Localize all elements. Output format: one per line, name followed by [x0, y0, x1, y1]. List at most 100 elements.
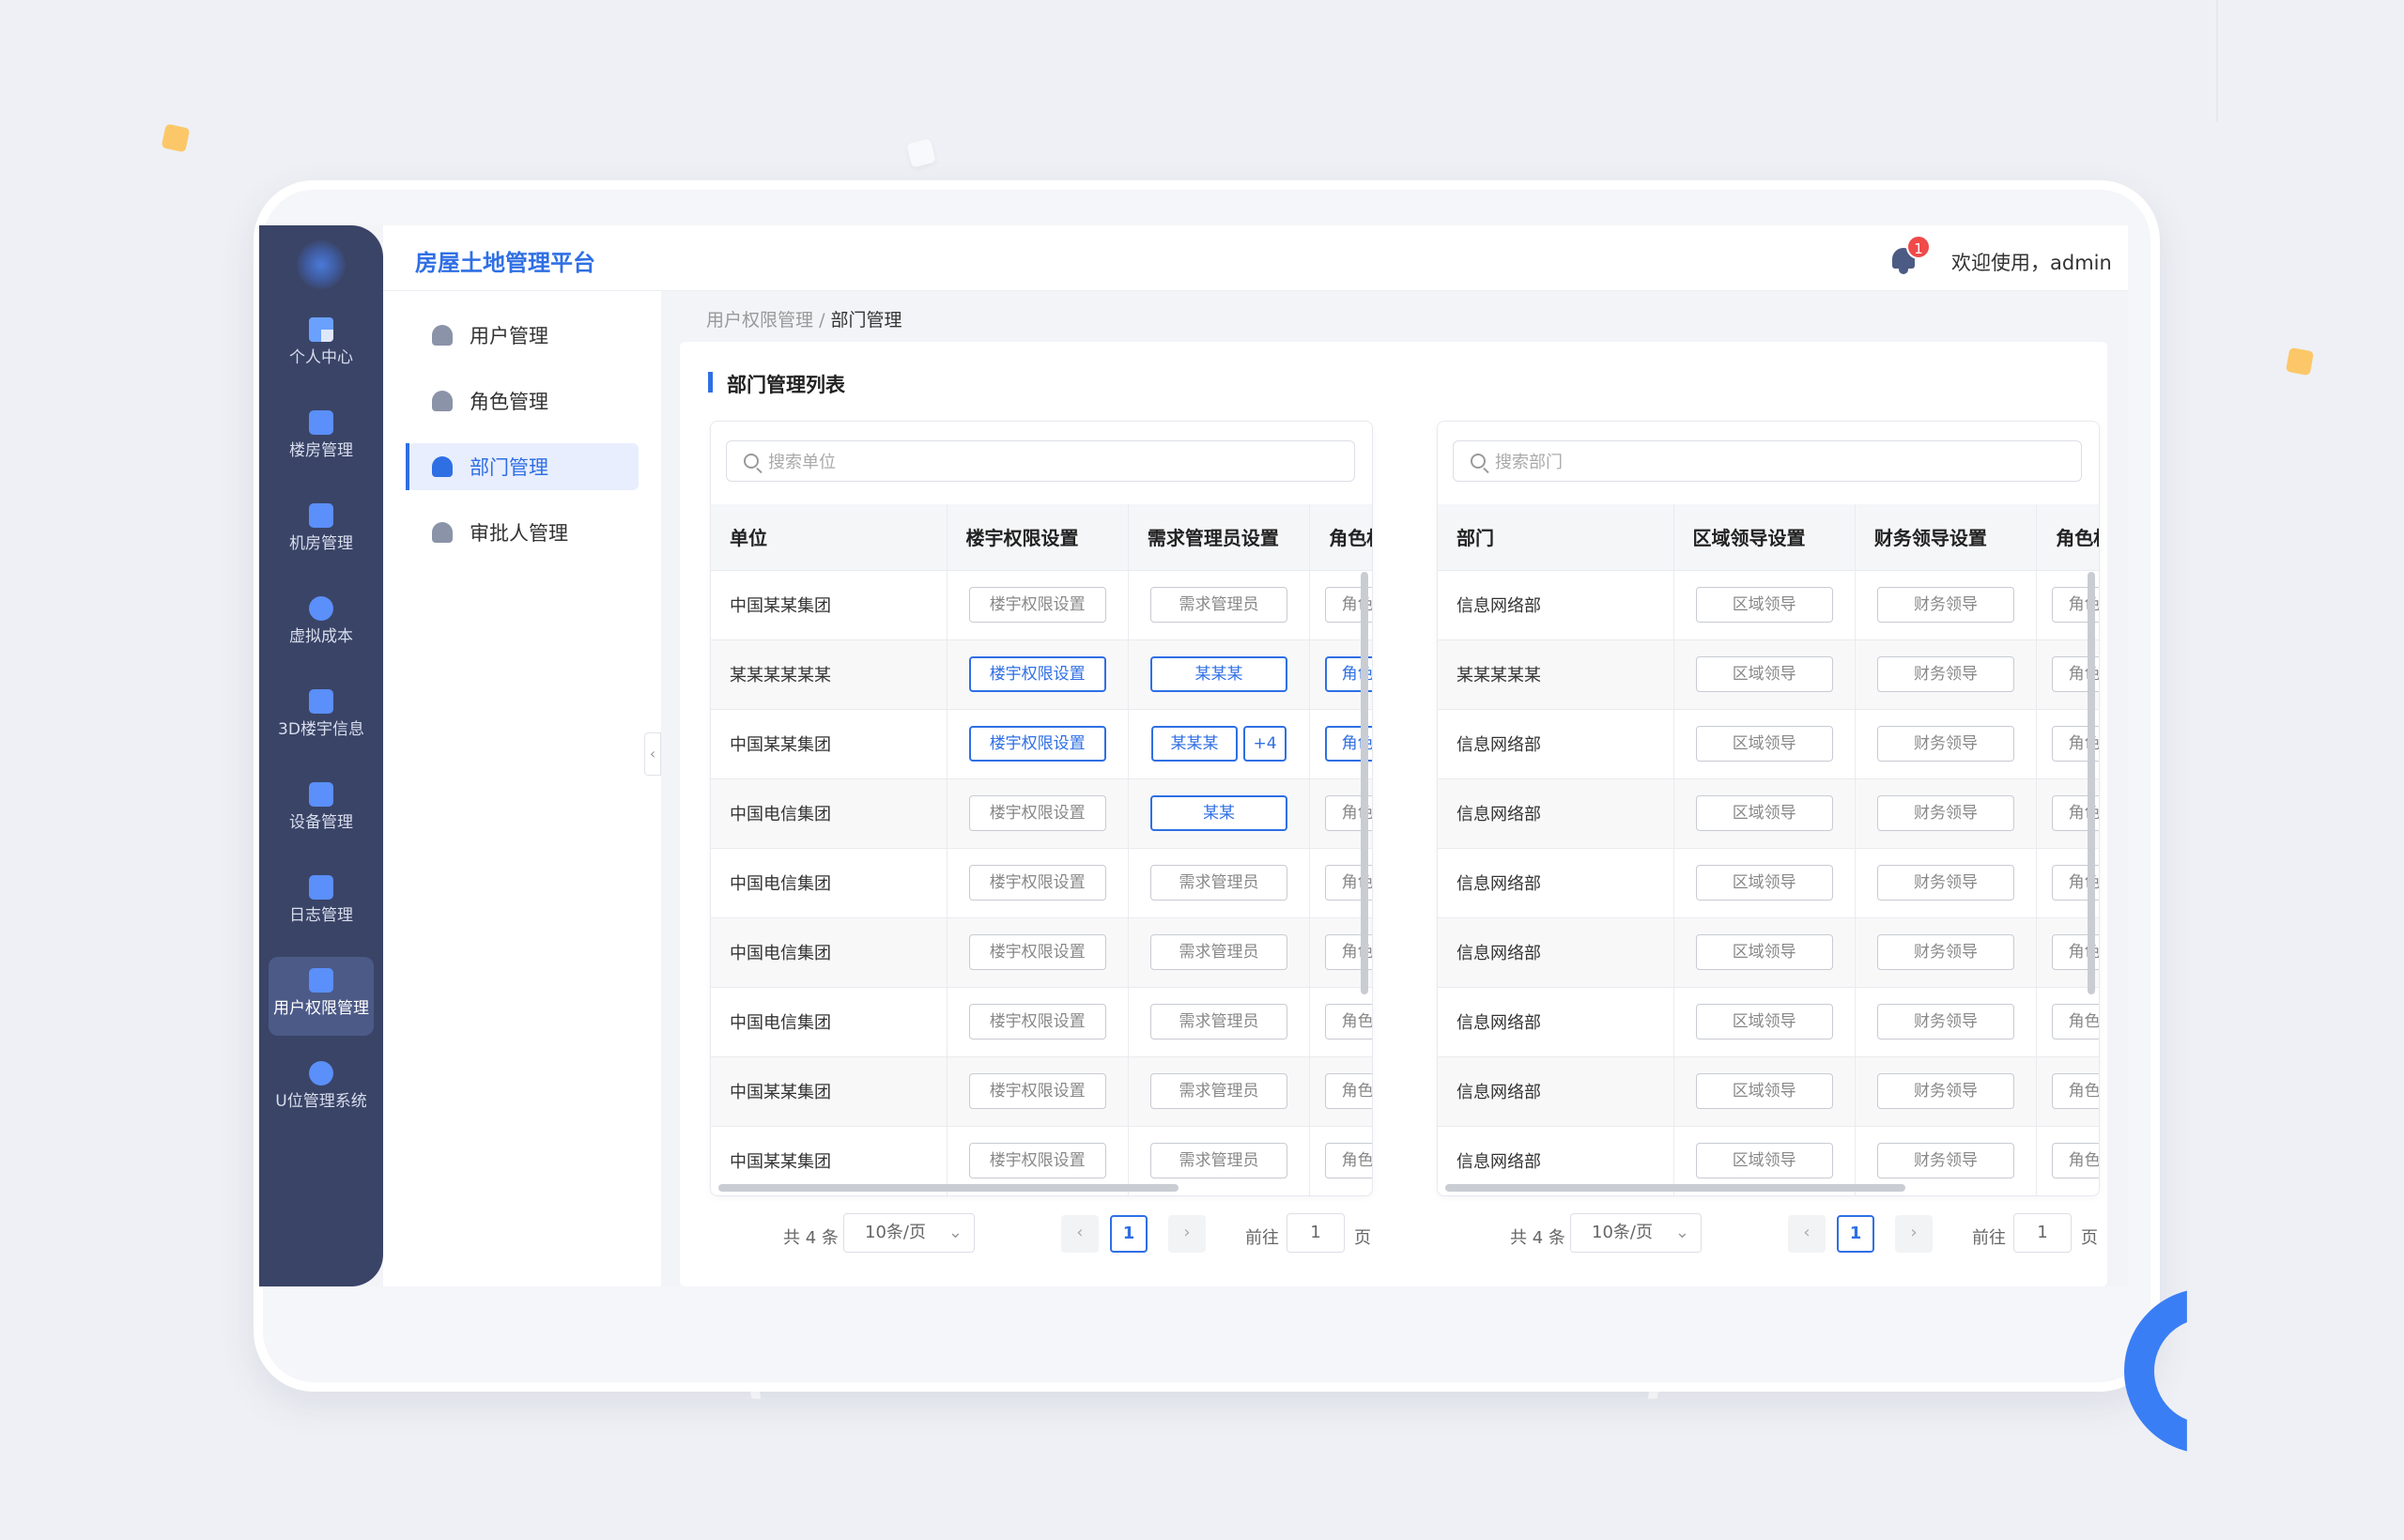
building-permission-button[interactable]: 楼宇权限设置: [968, 795, 1106, 831]
nav-item-1[interactable]: 楼房管理: [269, 399, 374, 478]
server-room-icon: [309, 503, 333, 528]
nav-label: 虚拟成本: [289, 627, 353, 646]
nav-item-8[interactable]: U位管理系统: [269, 1050, 374, 1129]
nav-item-0[interactable]: 个人中心: [269, 306, 374, 385]
finance-leader-button[interactable]: 财务领导: [1877, 865, 2015, 901]
nav-label: 设备管理: [289, 813, 353, 832]
region-leader-button[interactable]: 区域领导: [1695, 1073, 1833, 1109]
horizontal-scrollbar[interactable]: [718, 1184, 1179, 1192]
collapse-menu-handle[interactable]: ‹: [644, 732, 661, 776]
demand-admin-button[interactable]: 需求管理员: [1150, 1004, 1288, 1040]
nav-item-5[interactable]: 设备管理: [269, 771, 374, 850]
building-permission-button[interactable]: 楼宇权限设置: [968, 934, 1106, 970]
role-permission-button[interactable]: 角色: [1324, 1073, 1372, 1109]
building-permission-button[interactable]: 楼宇权限设置: [968, 1004, 1106, 1040]
unit-search-input[interactable]: 搜索单位: [726, 440, 1355, 482]
building-icon: [309, 410, 333, 435]
more-admins-badge[interactable]: +4: [1243, 726, 1287, 762]
finance-leader-button[interactable]: 财务领导: [1877, 1073, 2015, 1109]
table-cell: 角色: [2036, 987, 2099, 1057]
horizontal-scrollbar[interactable]: [1445, 1184, 1905, 1192]
role-permission-button[interactable]: 角色: [2051, 1073, 2099, 1109]
building-permission-button[interactable]: 楼宇权限设置: [968, 587, 1106, 623]
demand-admin-button[interactable]: 需求管理员: [1150, 1143, 1288, 1178]
demand-admin-button[interactable]: 需求管理员: [1150, 1073, 1288, 1109]
role-permission-button[interactable]: 角色: [2051, 1143, 2099, 1178]
welcome-user[interactable]: 欢迎使用，admin: [1951, 248, 2112, 276]
nav-item-6[interactable]: 日志管理: [269, 864, 374, 943]
next-page-button[interactable]: ›: [1168, 1215, 1206, 1253]
breadcrumb: 用户权限管理 / 部门管理: [706, 306, 902, 331]
region-leader-button[interactable]: 区域领导: [1695, 1004, 1833, 1040]
finance-leader-button[interactable]: 财务领导: [1877, 1004, 2015, 1040]
building-permission-button[interactable]: 楼宇权限设置: [968, 656, 1106, 692]
building-permission-button[interactable]: 楼宇权限设置: [968, 1073, 1106, 1109]
u-position-icon: [309, 1061, 333, 1086]
finance-leader-button[interactable]: 财务领导: [1877, 1143, 2015, 1178]
nav-item-2[interactable]: 机房管理: [269, 492, 374, 571]
next-page-button[interactable]: ›: [1895, 1215, 1933, 1253]
table-cell: 区域领导: [1673, 639, 1856, 710]
table-row: 中国电信集团 楼宇权限设置 需求管理员 角色: [711, 987, 1372, 1057]
prev-page-button[interactable]: ‹: [1061, 1215, 1099, 1253]
finance-leader-button[interactable]: 财务领导: [1877, 795, 2015, 831]
role-permission-button[interactable]: 角色: [1324, 1143, 1372, 1178]
department-search-input[interactable]: 搜索部门: [1453, 440, 2082, 482]
goto-page-input[interactable]: 1: [2013, 1213, 2072, 1253]
page-size-select[interactable]: 10条/页 ⌄: [1570, 1213, 1702, 1253]
nav-item-7[interactable]: 用户权限管理: [269, 957, 374, 1036]
demand-admin-button[interactable]: 某某某: [1150, 656, 1288, 692]
column-header: 部门: [1438, 504, 1674, 571]
submenu-item-3[interactable]: 审批人管理: [408, 509, 639, 556]
table-cell: 楼宇权限设置: [947, 570, 1129, 640]
finance-leader-button[interactable]: 财务领导: [1877, 934, 2015, 970]
region-leader-button[interactable]: 区域领导: [1695, 1143, 1833, 1178]
region-leader-button[interactable]: 区域领导: [1695, 934, 1833, 970]
region-leader-button[interactable]: 区域领导: [1695, 587, 1833, 623]
table-row: 信息网络部 区域领导 财务领导 角色: [1438, 570, 2099, 640]
region-leader-button[interactable]: 区域领导: [1695, 656, 1833, 692]
demand-admin-button[interactable]: 需求管理员: [1150, 934, 1288, 970]
nav-label: 日志管理: [289, 906, 353, 925]
building-permission-button[interactable]: 楼宇权限设置: [968, 1143, 1106, 1178]
breadcrumb-separator: /: [819, 310, 825, 331]
vertical-scrollbar[interactable]: [2088, 572, 2095, 994]
table-cell: 财务领导: [1855, 848, 2038, 918]
demand-admin-button[interactable]: 需求管理员: [1150, 587, 1288, 623]
role-permission-button[interactable]: 角色: [1324, 1004, 1372, 1040]
submenu-item-1[interactable]: 角色管理: [408, 377, 639, 424]
demand-admin-button[interactable]: 某某某: [1151, 726, 1239, 762]
building-permission-button[interactable]: 楼宇权限设置: [968, 865, 1106, 901]
current-page-button[interactable]: 1: [1837, 1215, 1874, 1253]
nav-item-4[interactable]: 3D楼宇信息: [269, 678, 374, 757]
table-row: 某某某某某 区域领导 财务领导 角色: [1438, 639, 2099, 710]
prev-page-button[interactable]: ‹: [1788, 1215, 1826, 1253]
role-permission-button[interactable]: 角色: [2051, 1004, 2099, 1040]
page-size-select[interactable]: 10条/页 ⌄: [843, 1213, 975, 1253]
table-cell: 信息网络部: [1438, 848, 1674, 918]
nav-item-3[interactable]: 虚拟成本: [269, 585, 374, 664]
vertical-scrollbar[interactable]: [1361, 572, 1368, 994]
table-cell: 财务领导: [1855, 917, 2038, 988]
search-placeholder: 搜索部门: [1495, 453, 1563, 472]
goto-page-input[interactable]: 1: [1287, 1213, 1345, 1253]
department-panel: 搜索部门 部门 区域领导设置 财务领导设置 角色权 信息网络部区域领导财务领导角…: [1437, 421, 2100, 1196]
card-title: 部门管理列表: [708, 370, 845, 398]
nav-label: 楼房管理: [289, 441, 353, 460]
decor-line: [2216, 0, 2218, 122]
region-leader-button[interactable]: 区域领导: [1695, 726, 1833, 762]
submenu-item-2[interactable]: 部门管理: [406, 443, 639, 490]
finance-leader-button[interactable]: 财务领导: [1877, 656, 2015, 692]
demand-admin-button[interactable]: 某某: [1150, 795, 1288, 831]
finance-leader-button[interactable]: 财务领导: [1877, 726, 2015, 762]
demand-admin-button[interactable]: 需求管理员: [1150, 865, 1288, 901]
region-leader-button[interactable]: 区域领导: [1695, 795, 1833, 831]
breadcrumb-parent[interactable]: 用户权限管理: [706, 310, 813, 331]
finance-leader-button[interactable]: 财务领导: [1877, 587, 2015, 623]
notification-badge: 1: [1906, 235, 1931, 259]
current-page-button[interactable]: 1: [1110, 1215, 1148, 1253]
submenu-item-0[interactable]: 用户管理: [408, 312, 639, 359]
nav-label: 3D楼宇信息: [278, 720, 364, 739]
building-permission-button[interactable]: 楼宇权限设置: [968, 726, 1106, 762]
region-leader-button[interactable]: 区域领导: [1695, 865, 1833, 901]
